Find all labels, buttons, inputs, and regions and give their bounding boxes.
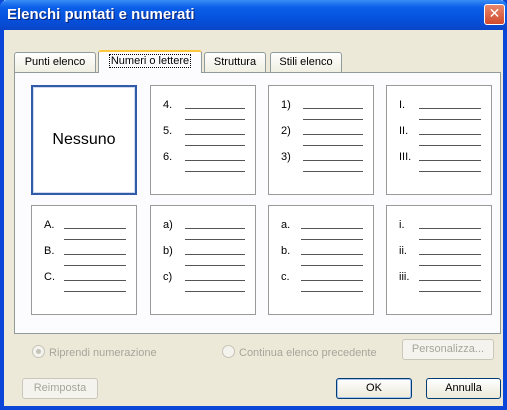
list-line xyxy=(419,160,481,161)
list-line xyxy=(419,108,481,109)
style-letters-upper[interactable]: A. B. C. xyxy=(31,205,137,315)
list-line xyxy=(419,239,481,240)
list-line xyxy=(185,239,245,240)
style-numbers-dot[interactable]: 4. 5. 6. xyxy=(150,85,256,195)
list-line xyxy=(185,134,245,135)
list-line xyxy=(64,239,126,240)
list-line xyxy=(419,228,481,229)
list-line xyxy=(303,108,363,109)
list-line xyxy=(419,171,481,172)
style-none[interactable]: Nessuno xyxy=(31,85,137,195)
close-icon[interactable]: ✕ xyxy=(484,4,505,25)
list-line xyxy=(185,160,245,161)
continue-list-option[interactable]: Continua elenco precedente xyxy=(222,345,377,359)
title-bar[interactable]: Elenchi puntati e numerati ✕ xyxy=(0,0,507,30)
list-line xyxy=(64,291,126,292)
list-label: ii. xyxy=(399,245,407,257)
list-label: b) xyxy=(163,245,173,257)
list-label: 1) xyxy=(281,99,291,111)
list-line xyxy=(419,291,481,292)
ok-button[interactable]: OK xyxy=(336,378,412,399)
restart-numbering-label: Riprendi numerazione xyxy=(49,347,157,359)
list-line xyxy=(419,134,481,135)
list-label: iii. xyxy=(399,271,410,283)
list-label: II. xyxy=(399,125,409,137)
tab-stili-elenco[interactable]: Stili elenco xyxy=(270,52,342,72)
list-label: III. xyxy=(399,151,412,163)
numbering-panel: Nessuno 4. 5. 6. 1) 2) 3) I. II. III. A.… xyxy=(14,72,501,334)
list-line xyxy=(185,265,245,266)
list-label: 6. xyxy=(163,151,173,163)
list-label: b. xyxy=(281,245,291,257)
list-line xyxy=(301,291,363,292)
list-label: c. xyxy=(281,271,290,283)
list-line xyxy=(301,254,363,255)
list-label: 2) xyxy=(281,125,291,137)
style-numbers-paren[interactable]: 1) 2) 3) xyxy=(268,85,374,195)
continue-list-label: Continua elenco precedente xyxy=(239,347,377,359)
list-label: I. xyxy=(399,99,406,111)
tab-punti-elenco[interactable]: Punti elenco xyxy=(14,52,96,72)
list-line xyxy=(301,239,363,240)
radio-icon xyxy=(32,345,45,358)
list-label: C. xyxy=(44,271,55,283)
customize-button[interactable]: Personalizza... xyxy=(402,339,494,360)
list-line xyxy=(64,254,126,255)
list-line xyxy=(303,145,363,146)
list-line xyxy=(64,228,126,229)
list-label: 4. xyxy=(163,99,173,111)
list-line xyxy=(185,254,245,255)
list-line xyxy=(303,171,363,172)
radio-icon xyxy=(222,345,235,358)
list-line xyxy=(419,119,481,120)
list-line xyxy=(303,134,363,135)
list-line xyxy=(64,265,126,266)
list-line xyxy=(301,280,363,281)
tab-numeri-o-lettere[interactable]: Numeri o lettere xyxy=(98,50,202,73)
list-label: a. xyxy=(281,219,291,231)
list-label: 3) xyxy=(281,151,291,163)
restart-numbering-option[interactable]: Riprendi numerazione xyxy=(32,345,157,359)
tab-numeri-o-lettere-label: Numeri o lettere xyxy=(108,54,192,68)
list-line xyxy=(185,280,245,281)
list-label: i. xyxy=(399,219,405,231)
list-line xyxy=(185,108,245,109)
list-line xyxy=(419,145,481,146)
window-title: Elenchi puntati e numerati xyxy=(7,6,195,23)
list-line xyxy=(419,280,481,281)
reset-button[interactable]: Reimposta xyxy=(22,378,98,399)
list-line xyxy=(185,228,245,229)
list-label: B. xyxy=(44,245,55,257)
none-label: Nessuno xyxy=(52,131,116,148)
style-letters-paren[interactable]: a) b) c) xyxy=(150,205,256,315)
list-line xyxy=(301,228,363,229)
style-letters-dot[interactable]: a. b. c. xyxy=(268,205,374,315)
list-label: a) xyxy=(163,219,173,231)
style-roman-lower[interactable]: i. ii. iii. xyxy=(386,205,492,315)
list-line xyxy=(64,280,126,281)
list-label: A. xyxy=(44,219,55,231)
style-roman-upper[interactable]: I. II. III. xyxy=(386,85,492,195)
list-label: c) xyxy=(163,271,173,283)
list-line xyxy=(303,160,363,161)
list-line xyxy=(185,145,245,146)
tab-struttura[interactable]: Struttura xyxy=(204,52,266,72)
list-line xyxy=(185,291,245,292)
list-line xyxy=(301,265,363,266)
list-label: 5. xyxy=(163,125,173,137)
list-line xyxy=(419,254,481,255)
list-line xyxy=(303,119,363,120)
cancel-button[interactable]: Annulla xyxy=(426,378,501,399)
list-line xyxy=(185,119,245,120)
list-line xyxy=(185,171,245,172)
list-line xyxy=(419,265,481,266)
